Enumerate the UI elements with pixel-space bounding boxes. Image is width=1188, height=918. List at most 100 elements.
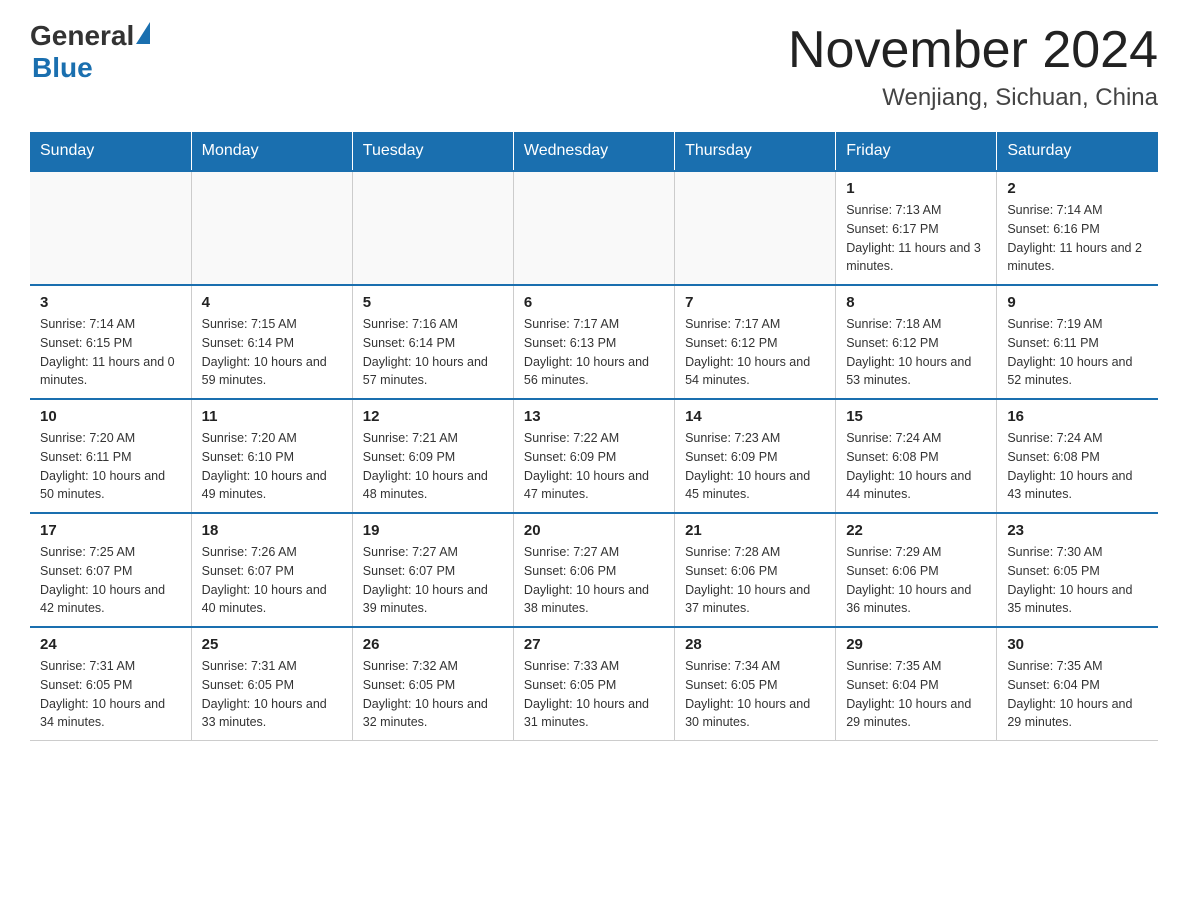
day-info: Sunrise: 7:24 AMSunset: 6:08 PMDaylight:… xyxy=(1007,429,1148,504)
logo-general-text: General xyxy=(30,20,134,52)
day-number: 7 xyxy=(685,294,825,311)
calendar-cell: 27 Sunrise: 7:33 AMSunset: 6:05 PMDayligh… xyxy=(513,627,674,741)
day-number: 29 xyxy=(846,636,986,653)
day-info: Sunrise: 7:35 AMSunset: 6:04 PMDaylight:… xyxy=(846,657,986,732)
day-number: 9 xyxy=(1007,294,1148,311)
day-number: 19 xyxy=(363,522,503,539)
calendar-table: SundayMondayTuesdayWednesdayThursdayFrid… xyxy=(30,132,1158,741)
calendar-cell: 12Sunrise: 7:21 AMSunset: 6:09 PMDayligh… xyxy=(352,399,513,513)
logo: General Blue xyxy=(30,20,150,84)
calendar-cell: 17 Sunrise: 7:25 AMSunset: 6:07 PMDayligh… xyxy=(30,513,191,627)
calendar-cell xyxy=(513,171,674,285)
calendar-cell xyxy=(675,171,836,285)
calendar-cell: 23 Sunrise: 7:30 AMSunset: 6:05 PMDayligh… xyxy=(997,513,1158,627)
calendar-cell: 9 Sunrise: 7:19 AMSunset: 6:11 PMDaylight… xyxy=(997,285,1158,399)
day-number: 28 xyxy=(685,636,825,653)
day-number: 23 xyxy=(1007,522,1148,539)
day-number: 30 xyxy=(1007,636,1148,653)
location-title: Wenjiang, Sichuan, China xyxy=(788,84,1158,112)
calendar-cell: 19 Sunrise: 7:27 AMSunset: 6:07 PMDayligh… xyxy=(352,513,513,627)
day-number: 27 xyxy=(524,636,664,653)
day-info: Sunrise: 7:14 AMSunset: 6:15 PMDaylight:… xyxy=(40,315,181,390)
calendar-cell: 2 Sunrise: 7:14 AMSunset: 6:16 PMDaylight… xyxy=(997,171,1158,285)
day-header-monday: Monday xyxy=(191,132,352,171)
calendar-cell: 6 Sunrise: 7:17 AMSunset: 6:13 PMDaylight… xyxy=(513,285,674,399)
day-number: 17 xyxy=(40,522,181,539)
day-number: 13 xyxy=(524,408,664,425)
day-info: Sunrise: 7:25 AMSunset: 6:07 PMDaylight:… xyxy=(40,543,181,618)
day-info: Sunrise: 7:29 AMSunset: 6:06 PMDaylight:… xyxy=(846,543,986,618)
calendar-cell: 11Sunrise: 7:20 AMSunset: 6:10 PMDayligh… xyxy=(191,399,352,513)
day-info: Sunrise: 7:34 AMSunset: 6:05 PMDaylight:… xyxy=(685,657,825,732)
logo-blue-text: Blue xyxy=(32,52,93,83)
day-info: Sunrise: 7:17 AMSunset: 6:12 PMDaylight:… xyxy=(685,315,825,390)
day-header-saturday: Saturday xyxy=(997,132,1158,171)
day-info: Sunrise: 7:14 AMSunset: 6:16 PMDaylight:… xyxy=(1007,201,1148,276)
day-info: Sunrise: 7:33 AMSunset: 6:05 PMDaylight:… xyxy=(524,657,664,732)
day-number: 4 xyxy=(202,294,342,311)
calendar-cell: 14 Sunrise: 7:23 AMSunset: 6:09 PMDayligh… xyxy=(675,399,836,513)
calendar-cell: 10 Sunrise: 7:20 AMSunset: 6:11 PMDayligh… xyxy=(30,399,191,513)
calendar-cell xyxy=(191,171,352,285)
calendar-cell: 25 Sunrise: 7:31 AMSunset: 6:05 PMDayligh… xyxy=(191,627,352,741)
day-number: 18 xyxy=(202,522,342,539)
calendar-cell xyxy=(352,171,513,285)
day-info: Sunrise: 7:31 AMSunset: 6:05 PMDaylight:… xyxy=(40,657,181,732)
calendar-cell: 7 Sunrise: 7:17 AMSunset: 6:12 PMDaylight… xyxy=(675,285,836,399)
day-header-wednesday: Wednesday xyxy=(513,132,674,171)
calendar-cell: 28 Sunrise: 7:34 AMSunset: 6:05 PMDayligh… xyxy=(675,627,836,741)
day-info: Sunrise: 7:35 AMSunset: 6:04 PMDaylight:… xyxy=(1007,657,1148,732)
logo-triangle-icon xyxy=(136,22,150,44)
day-number: 14 xyxy=(685,408,825,425)
day-number: 20 xyxy=(524,522,664,539)
day-number: 5 xyxy=(363,294,503,311)
calendar-cell: 13 Sunrise: 7:22 AMSunset: 6:09 PMDayligh… xyxy=(513,399,674,513)
calendar-cell: 4Sunrise: 7:15 AMSunset: 6:14 PMDaylight… xyxy=(191,285,352,399)
calendar-cell: 22 Sunrise: 7:29 AMSunset: 6:06 PMDayligh… xyxy=(836,513,997,627)
day-number: 21 xyxy=(685,522,825,539)
day-number: 6 xyxy=(524,294,664,311)
day-info: Sunrise: 7:22 AMSunset: 6:09 PMDaylight:… xyxy=(524,429,664,504)
calendar-cell: 3 Sunrise: 7:14 AMSunset: 6:15 PMDaylight… xyxy=(30,285,191,399)
calendar-cell: 20 Sunrise: 7:27 AMSunset: 6:06 PMDayligh… xyxy=(513,513,674,627)
day-header-tuesday: Tuesday xyxy=(352,132,513,171)
day-info: Sunrise: 7:20 AMSunset: 6:11 PMDaylight:… xyxy=(40,429,181,504)
day-number: 11 xyxy=(202,408,342,425)
day-number: 1 xyxy=(846,180,986,197)
day-number: 22 xyxy=(846,522,986,539)
calendar-cell: 16 Sunrise: 7:24 AMSunset: 6:08 PMDayligh… xyxy=(997,399,1158,513)
day-info: Sunrise: 7:26 AMSunset: 6:07 PMDaylight:… xyxy=(202,543,342,618)
day-info: Sunrise: 7:16 AMSunset: 6:14 PMDaylight:… xyxy=(363,315,503,390)
day-info: Sunrise: 7:17 AMSunset: 6:13 PMDaylight:… xyxy=(524,315,664,390)
day-info: Sunrise: 7:32 AMSunset: 6:05 PMDaylight:… xyxy=(363,657,503,732)
calendar-cell: 29 Sunrise: 7:35 AMSunset: 6:04 PMDayligh… xyxy=(836,627,997,741)
day-number: 8 xyxy=(846,294,986,311)
calendar-cell: 21 Sunrise: 7:28 AMSunset: 6:06 PMDayligh… xyxy=(675,513,836,627)
day-info: Sunrise: 7:31 AMSunset: 6:05 PMDaylight:… xyxy=(202,657,342,732)
day-info: Sunrise: 7:18 AMSunset: 6:12 PMDaylight:… xyxy=(846,315,986,390)
day-info: Sunrise: 7:13 AMSunset: 6:17 PMDaylight:… xyxy=(846,201,986,276)
calendar-cell: 15Sunrise: 7:24 AMSunset: 6:08 PMDayligh… xyxy=(836,399,997,513)
day-info: Sunrise: 7:23 AMSunset: 6:09 PMDaylight:… xyxy=(685,429,825,504)
day-number: 10 xyxy=(40,408,181,425)
day-number: 16 xyxy=(1007,408,1148,425)
day-info: Sunrise: 7:19 AMSunset: 6:11 PMDaylight:… xyxy=(1007,315,1148,390)
calendar-cell: 26 Sunrise: 7:32 AMSunset: 6:05 PMDayligh… xyxy=(352,627,513,741)
day-number: 2 xyxy=(1007,180,1148,197)
calendar-cell: 30 Sunrise: 7:35 AMSunset: 6:04 PMDayligh… xyxy=(997,627,1158,741)
day-number: 3 xyxy=(40,294,181,311)
day-info: Sunrise: 7:28 AMSunset: 6:06 PMDaylight:… xyxy=(685,543,825,618)
day-header-thursday: Thursday xyxy=(675,132,836,171)
day-number: 26 xyxy=(363,636,503,653)
day-info: Sunrise: 7:27 AMSunset: 6:07 PMDaylight:… xyxy=(363,543,503,618)
day-info: Sunrise: 7:30 AMSunset: 6:05 PMDaylight:… xyxy=(1007,543,1148,618)
calendar-cell: 24Sunrise: 7:31 AMSunset: 6:05 PMDayligh… xyxy=(30,627,191,741)
day-info: Sunrise: 7:21 AMSunset: 6:09 PMDaylight:… xyxy=(363,429,503,504)
calendar-cell xyxy=(30,171,191,285)
calendar-cell: 18 Sunrise: 7:26 AMSunset: 6:07 PMDayligh… xyxy=(191,513,352,627)
calendar-cell: 8 Sunrise: 7:18 AMSunset: 6:12 PMDaylight… xyxy=(836,285,997,399)
day-info: Sunrise: 7:27 AMSunset: 6:06 PMDaylight:… xyxy=(524,543,664,618)
day-number: 25 xyxy=(202,636,342,653)
day-header-friday: Friday xyxy=(836,132,997,171)
day-info: Sunrise: 7:24 AMSunset: 6:08 PMDaylight:… xyxy=(846,429,986,504)
